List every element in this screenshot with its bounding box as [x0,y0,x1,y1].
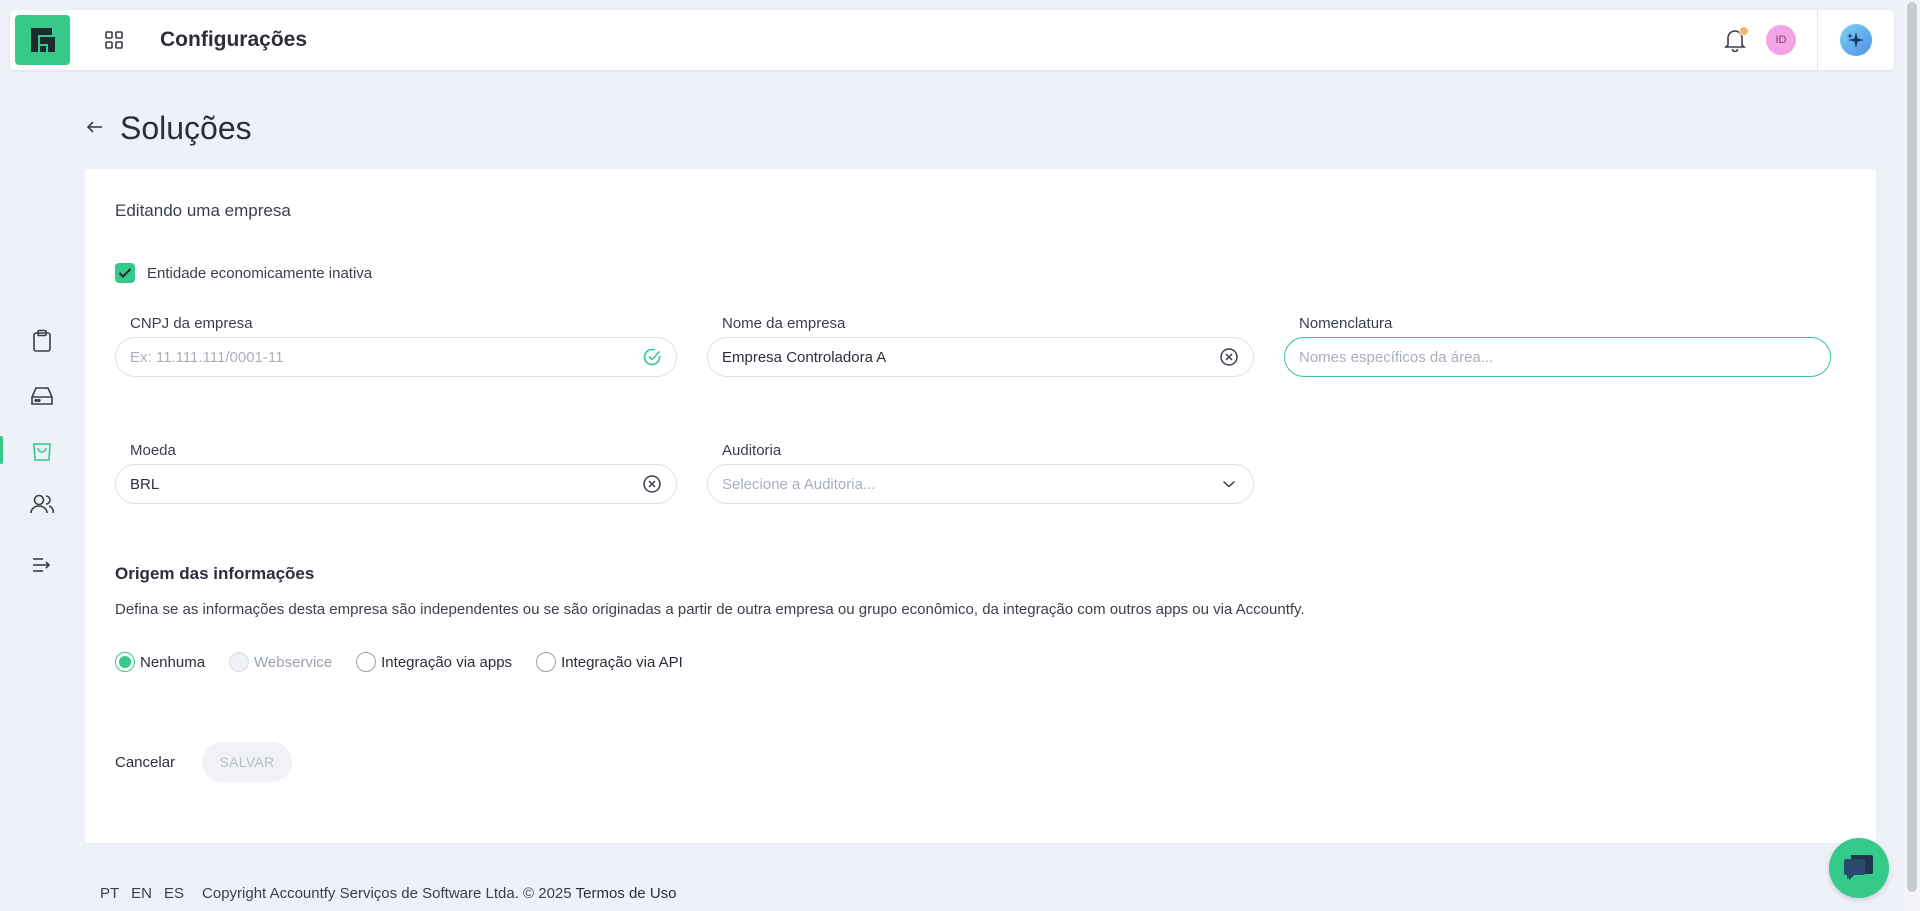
language-es[interactable]: ES [164,885,184,902]
expand-menu-icon [33,558,51,572]
radio-webservice [229,652,250,672]
radio-api[interactable] [536,652,557,672]
ai-assistant-sparkle-icon[interactable] [1840,24,1872,56]
sidebar-item-expand[interactable] [28,551,56,579]
company-name-input[interactable] [722,348,1219,366]
clear-circle-icon[interactable] [1219,347,1239,367]
radio-option-apps[interactable]: Integração via apps [356,652,512,672]
notifications-bell-icon[interactable] [1721,26,1749,54]
apps-grid-icon[interactable] [102,28,126,52]
sidebar-item-users[interactable] [28,490,56,518]
save-button[interactable]: SALVAR [202,742,292,782]
currency-label: Moeda [130,442,176,459]
copyright-text: Copyright Accountfy Serviços de Software… [202,885,572,902]
chat-support-button[interactable] [1829,838,1889,898]
cnpj-label: CNPJ da empresa [130,315,253,332]
origin-radio-group: Nenhuma Webservice Integração via apps I… [115,652,707,672]
app-title: Configurações [160,28,308,51]
inactive-entity-checkbox[interactable] [115,263,135,283]
inactive-entity-checkbox-row[interactable]: Entidade economicamente inativa [115,263,372,283]
form-heading: Editando uma empresa [115,201,291,220]
notification-dot [1739,26,1749,36]
language-en[interactable]: EN [131,885,152,902]
clear-circle-icon[interactable] [642,474,662,494]
audit-label: Auditoria [722,442,782,459]
top-bar: Configurações ID [10,10,1894,70]
users-icon [30,494,55,514]
divider [1817,10,1818,70]
footer: PT EN ES Copyright Accountfy Serviços de… [100,885,677,902]
currency-input[interactable] [130,475,642,493]
drive-icon [31,387,53,405]
sidebar-item-solutions[interactable] [28,436,56,464]
language-pt[interactable]: PT [100,885,119,902]
back-arrow-icon[interactable] [84,116,106,138]
audit-select-input[interactable] [722,475,1219,493]
sidebar-active-indicator [0,436,3,464]
shopping-bag-icon [33,443,51,461]
radio-label-apps: Integração via apps [381,653,513,671]
sidebar-item-drive[interactable] [28,382,56,410]
valid-check-circle-icon [642,347,662,367]
chat-bubble-icon [1844,855,1873,880]
radio-label-api: Integração via API [561,653,683,671]
radio-label-none: Nenhuma [140,653,206,671]
cancel-button[interactable]: Cancelar [115,754,175,771]
nomenclature-input[interactable] [1299,348,1816,366]
sidebar-item-clipboard[interactable] [28,327,56,355]
inactive-entity-label: Entidade economicamente inativa [147,264,373,282]
terms-of-use-link[interactable]: Termos de Uso [576,885,677,902]
audit-select[interactable] [707,464,1254,504]
radio-option-none[interactable]: Nenhuma [115,652,205,672]
origin-section-description: Defina se as informações desta empresa s… [115,601,1305,618]
accountfy-logo[interactable] [15,15,70,65]
scrollbar-thumb[interactable] [1907,2,1917,892]
nomenclature-label: Nomenclatura [1299,315,1393,332]
checkmark-icon [118,268,132,278]
page-title: Soluções [120,110,252,146]
chevron-down-icon[interactable] [1219,474,1239,494]
clipboard-icon [33,329,51,352]
user-avatar[interactable]: ID [1766,25,1796,55]
radio-option-webservice: Webservice [229,652,332,672]
origin-section-title: Origem das informações [115,564,315,583]
radio-none[interactable] [115,652,135,672]
page-scrollbar[interactable] [1904,0,1920,911]
radio-apps[interactable] [356,652,377,672]
edit-company-card: Editando uma empresa Entidade economicam… [85,169,1876,843]
radio-option-api[interactable]: Integração via API [536,652,683,672]
cnpj-input[interactable] [130,348,642,366]
company-name-label: Nome da empresa [722,315,846,332]
radio-label-webservice: Webservice [254,653,333,671]
